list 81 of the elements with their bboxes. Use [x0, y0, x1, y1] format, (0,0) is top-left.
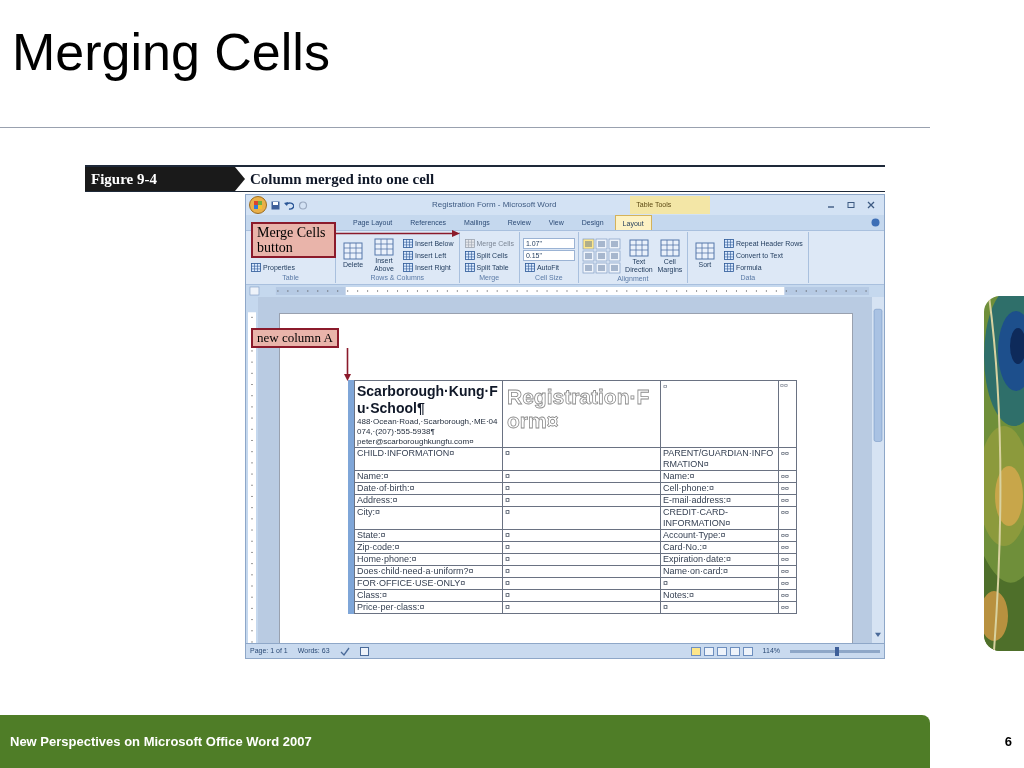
table-cell: ¤: [502, 529, 661, 542]
office-button-icon[interactable]: [249, 196, 267, 214]
table-cell: ¤: [502, 447, 661, 471]
table-cell: Class:¤: [354, 589, 503, 602]
table-cell: Card·No.:¤: [660, 541, 779, 554]
table-icon: [628, 238, 649, 257]
table-cell: Home·phone:¤: [354, 553, 503, 566]
view-button-icon[interactable]: [703, 646, 714, 656]
table-cell: ¤: [502, 494, 661, 507]
page-number: 6: [1004, 732, 1012, 751]
table-icon: [251, 262, 261, 272]
table-cell: ¤: [502, 589, 661, 602]
table-cell: ¤: [502, 577, 661, 590]
table-cell: Zip·code:¤: [354, 541, 503, 554]
scrollbar-drawing[interactable]: [872, 297, 884, 643]
table-cell: Expiration·date:¤: [660, 553, 779, 566]
macro-icon[interactable]: [359, 646, 369, 656]
table-cell: CHILD·INFORMATION¤: [354, 447, 503, 471]
zoom-slider[interactable]: [790, 649, 880, 653]
table-icon: [464, 262, 475, 272]
table-cell: ¤: [502, 553, 661, 566]
table-cell: E-mail·address:¤: [660, 494, 779, 507]
proofing-icon[interactable]: [339, 646, 350, 656]
callout: Merge Cells button: [251, 222, 336, 258]
table-icon: [403, 239, 413, 249]
window-title: Registration Form - Microsoft Word: [432, 199, 557, 211]
table-cell: ¤: [660, 380, 779, 448]
table-cell: Notes:¤: [660, 589, 779, 602]
table-cell: ¤: [660, 577, 779, 590]
alignment-grid-icon[interactable]: [581, 238, 622, 274]
table-cell: Name:¤: [660, 470, 779, 483]
table-cell: City:¤: [354, 506, 503, 530]
table-icon: [659, 238, 680, 257]
view-button-icon[interactable]: [742, 646, 753, 656]
table-cell: ¤: [502, 506, 661, 530]
table-icon: [723, 239, 734, 249]
table-icon: [403, 251, 413, 260]
table-cell: Cell·phone:¤: [660, 482, 779, 495]
table-icon: [343, 242, 363, 260]
school-name: Scarborough·Kung·Fu·School¶: [357, 383, 499, 417]
table-cell: Date·of·birth:¤: [354, 482, 503, 495]
table-cell: ¤: [502, 470, 661, 483]
slider-thumb[interactable]: [835, 646, 839, 656]
table-icon: [723, 251, 734, 260]
table-cell: Account·Type:¤: [660, 529, 779, 542]
maximize-icon[interactable]: [847, 201, 855, 209]
table-cell: ¤: [502, 565, 661, 578]
table-cell: ¤: [502, 482, 661, 495]
view-button-icon[interactable]: [729, 646, 740, 656]
table-cell: Address:¤: [354, 494, 503, 507]
table-cell: Does·child·need·a·uniform?¤: [354, 565, 503, 578]
table-icon: [403, 262, 413, 272]
table-icon: [524, 262, 535, 272]
figure-caption: Column merged into one cell: [250, 169, 435, 189]
leader-line: [344, 348, 351, 381]
slide-title: Merging Cells: [12, 22, 331, 82]
table-icon: [723, 262, 734, 272]
school-email: peter@scarboroughkungfu.com¤: [357, 437, 475, 447]
table-icon: [374, 238, 394, 256]
table-cell: Name:¤: [354, 470, 503, 483]
table-cell: ¤: [502, 601, 661, 614]
undo-icon[interactable]: [284, 200, 294, 210]
view-button-icon[interactable]: [716, 646, 727, 656]
table-cell: ¤: [502, 541, 661, 554]
table-icon: [464, 251, 475, 260]
table-icon: [694, 242, 715, 260]
table-cell: Price·per·class:¤: [354, 601, 503, 614]
save-icon[interactable]: [271, 200, 280, 210]
footer-text: New Perspectives on Microsoft Office Word 2007: [10, 732, 312, 751]
table-cell: PARENT/GUARDIAN·INFORMATION¤: [660, 447, 779, 471]
form-title: Registration·Form¤: [502, 380, 661, 448]
table-cell: ¤: [660, 601, 779, 614]
close-icon[interactable]: [867, 201, 875, 209]
table-cell: FOR·OFFICE·USE·ONLY¤: [354, 577, 503, 590]
callout: new column A: [251, 328, 339, 348]
chevron-icon: [235, 167, 245, 191]
view-button-icon[interactable]: [690, 646, 701, 656]
table-cell: Name·on·card:¤: [660, 565, 779, 578]
table-cell: State:¤: [354, 529, 503, 542]
table-cell: CREDIT·CARD-INFORMATION¤: [660, 506, 779, 530]
table-icon: [464, 239, 475, 249]
